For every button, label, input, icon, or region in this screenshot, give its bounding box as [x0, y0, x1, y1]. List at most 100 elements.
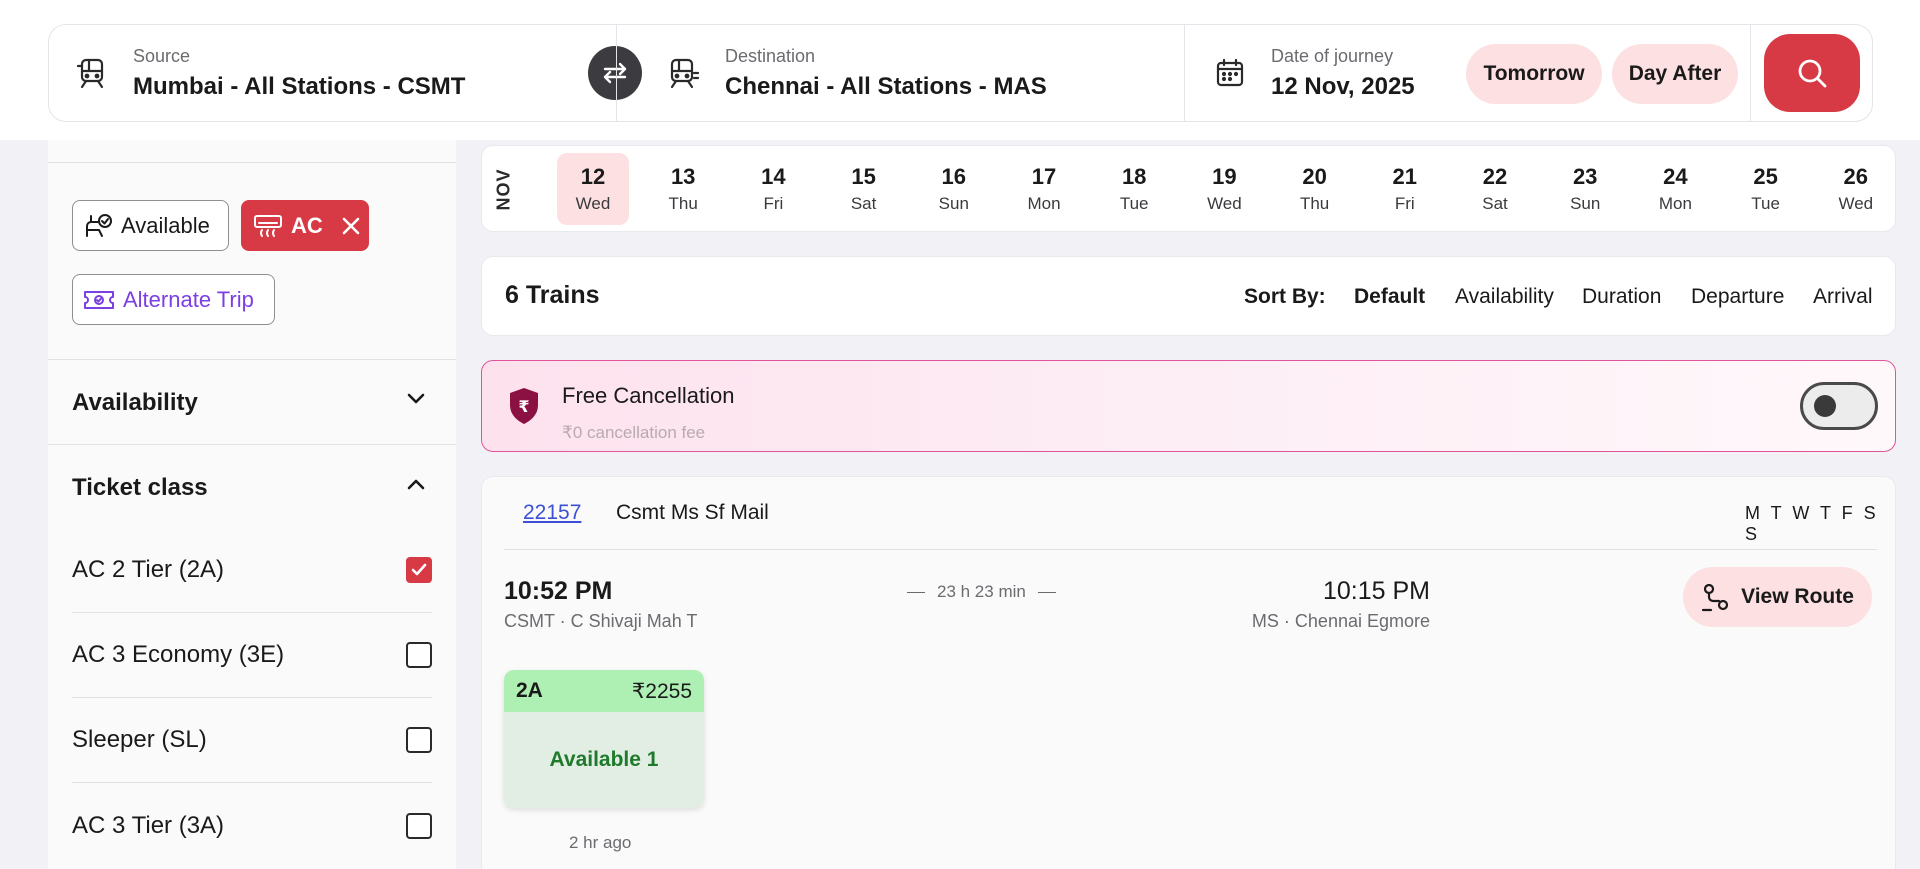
- sort-arrival[interactable]: Arrival: [1813, 285, 1873, 309]
- class-card-header: 2A ₹2255: [504, 670, 704, 712]
- ticket-class-3e[interactable]: AC 3 Economy (3E): [72, 613, 432, 698]
- checkbox[interactable]: [406, 812, 432, 839]
- date-number: 21: [1392, 164, 1418, 189]
- date-option[interactable]: 20 Thu: [1279, 153, 1351, 225]
- weekday: Thu: [668, 194, 698, 213]
- date-option[interactable]: 14 Fri: [737, 153, 809, 225]
- date-number: 20: [1302, 164, 1327, 189]
- date-option[interactable]: 24 Mon: [1639, 153, 1711, 225]
- calendar-icon: [1211, 54, 1249, 92]
- weekday: Fri: [1394, 194, 1415, 213]
- free-cancellation-toggle[interactable]: [1800, 382, 1878, 430]
- view-route-button[interactable]: View Route: [1683, 567, 1872, 627]
- weekday: Wed: [1207, 194, 1242, 213]
- toggle-knob: [1814, 395, 1836, 417]
- date-option[interactable]: 15 Sat: [828, 153, 900, 225]
- date-option[interactable]: 13 Thu: [647, 153, 719, 225]
- class-code: 2A: [516, 679, 543, 702]
- train-icon: [73, 54, 111, 92]
- ticket-class-label: Sleeper (SL): [72, 726, 207, 753]
- date-option[interactable]: 26 Wed: [1820, 153, 1892, 225]
- destination-field[interactable]: Destination Chennai - All Stations - MAS: [665, 25, 1047, 121]
- date-option[interactable]: 22 Sat: [1459, 153, 1531, 225]
- ticket-class-label: AC 3 Tier (3A): [72, 811, 225, 839]
- weekday: Sun: [1570, 194, 1601, 213]
- date-option[interactable]: 21 Fri: [1369, 153, 1441, 225]
- train-count: 6 Trains: [505, 281, 600, 309]
- sort-duration[interactable]: Duration: [1582, 285, 1661, 309]
- arrival-station: MS · Chennai Egmore: [1251, 611, 1430, 631]
- weekday: Fri: [763, 194, 784, 213]
- shield-rupee-icon: ₹: [510, 388, 538, 424]
- train-number-link[interactable]: 22157: [523, 501, 581, 525]
- ticket-class-sl[interactable]: Sleeper (SL): [72, 698, 432, 783]
- date-option[interactable]: 25 Tue: [1730, 153, 1802, 225]
- date-option[interactable]: 16 Sun: [918, 153, 990, 225]
- checkbox[interactable]: [406, 642, 432, 668]
- available-chip-label: Available: [121, 212, 210, 238]
- source-label: Source: [133, 45, 191, 66]
- ac-chip-label: AC: [291, 212, 323, 238]
- journey-duration: 23 h 23 min: [895, 582, 1068, 602]
- date-value: 12 Nov, 2025: [1271, 72, 1415, 100]
- date-option[interactable]: 12 Wed: [557, 153, 629, 225]
- alternate-trip-label: Alternate Trip: [123, 286, 254, 312]
- ticket-class-3a[interactable]: AC 3 Tier (3A): [72, 783, 432, 868]
- available-filter-chip[interactable]: Available: [72, 200, 229, 251]
- weekday: Mon: [1027, 194, 1061, 213]
- date-number: 16: [941, 164, 967, 189]
- ac-filter-chip[interactable]: AC: [241, 200, 369, 251]
- search-button[interactable]: [1764, 34, 1860, 112]
- seat-check-icon: [86, 213, 112, 237]
- free-cancellation-banner: ₹ Free Cancellation ₹0 cancellation fee: [481, 360, 1896, 452]
- ticket-class-section-title: Ticket class: [72, 474, 208, 501]
- date-field[interactable]: Date of journey 12 Nov, 2025: [1211, 25, 1415, 121]
- search-header: Source Mumbai - All Stations - CSMT Dest…: [0, 0, 1920, 140]
- ticket-class-2a[interactable]: AC 2 Tier (2A): [72, 528, 432, 613]
- swap-icon: [603, 62, 627, 84]
- weekday: Wed: [575, 194, 611, 213]
- chevron-down-icon[interactable]: [403, 386, 429, 412]
- date-number: 12: [580, 164, 606, 189]
- checkbox[interactable]: [406, 727, 432, 753]
- destination-value: Chennai - All Stations - MAS: [725, 72, 1047, 100]
- weekday: Thu: [1299, 194, 1330, 213]
- day-after-button[interactable]: Day After: [1612, 44, 1738, 104]
- view-route-label: View Route: [1741, 585, 1854, 608]
- date-label: Date of journey: [1271, 45, 1394, 66]
- sort-default[interactable]: Default: [1354, 285, 1425, 309]
- sort-departure[interactable]: Departure: [1691, 285, 1784, 309]
- last-updated: 2 hr ago: [569, 833, 632, 852]
- ticket-class-label: AC 3 Economy (3E): [72, 641, 285, 668]
- train-card: 22157 Csmt Ms Sf Mail M T W T F S S 10:5…: [481, 476, 1896, 869]
- checkbox-checked[interactable]: [406, 557, 432, 583]
- sort-label: Sort By:: [1244, 285, 1326, 308]
- weekday: Sun: [938, 194, 969, 213]
- svg-text:₹: ₹: [518, 397, 529, 416]
- departure-time: 10:52 PM: [504, 577, 613, 605]
- availability-status: Available 1: [504, 712, 704, 808]
- source-field[interactable]: Source Mumbai - All Stations - CSMT: [73, 25, 465, 121]
- train-icon: [665, 54, 703, 92]
- alternate-trip-chip[interactable]: Alternate Trip: [72, 274, 275, 325]
- sort-bar: 6 Trains Sort By: Default Availability D…: [481, 256, 1896, 336]
- chevron-up-icon[interactable]: [403, 471, 429, 497]
- date-option[interactable]: 18 Tue: [1098, 153, 1170, 225]
- swap-stations-button[interactable]: [588, 46, 642, 100]
- weekday: Tue: [1119, 194, 1149, 213]
- divider: [48, 444, 456, 445]
- tomorrow-button[interactable]: Tomorrow: [1466, 44, 1602, 104]
- ac-icon: [254, 214, 282, 237]
- close-icon[interactable]: [341, 216, 361, 236]
- date-option[interactable]: 19 Wed: [1188, 153, 1260, 225]
- date-option[interactable]: 17 Mon: [1008, 153, 1080, 225]
- source-value: Mumbai - All Stations - CSMT: [133, 72, 466, 100]
- date-number: 13: [670, 164, 696, 189]
- destination-label: Destination: [725, 45, 816, 66]
- class-availability-card[interactable]: 2A ₹2255 Available 1: [504, 670, 704, 808]
- duration-text: 23 h 23 min: [937, 582, 1026, 601]
- sort-availability[interactable]: Availability: [1455, 285, 1554, 309]
- date-strip: NOV 12 Wed 13 Thu 14 Fri 15 Sat 16 Sun 17 Mon 18 Tue 1…: [481, 145, 1896, 232]
- date-option[interactable]: 23 Sun: [1549, 153, 1621, 225]
- arrival-time: 10:15 PM: [1322, 577, 1430, 605]
